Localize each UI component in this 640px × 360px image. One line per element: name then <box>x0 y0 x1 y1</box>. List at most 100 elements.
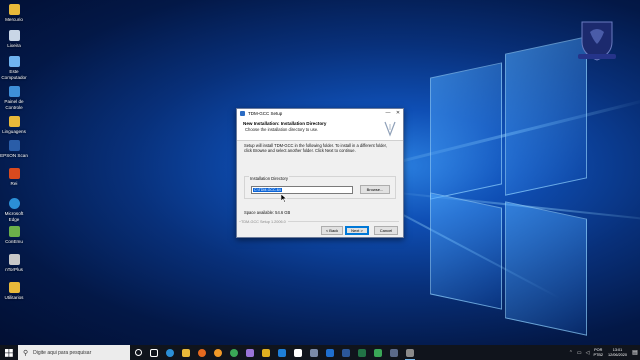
app-icon <box>374 348 382 357</box>
window-logo-pane <box>430 192 502 310</box>
window-logo-pane <box>430 62 502 200</box>
space-available-text: Space available: 54.6 GB <box>244 210 291 215</box>
footer-brand-label: TDM-GCC Setup 1.2006.0 <box>241 220 288 224</box>
install-path-input[interactable]: C:\TDM-GCC-64 <box>251 186 353 194</box>
browse-button[interactable]: Browse... <box>360 185 390 194</box>
crest-emblem-icon <box>578 21 616 61</box>
dialog-titlebar[interactable]: TDM-GCC Setup — ✕ <box>237 109 403 118</box>
windows-logo-icon <box>5 348 13 357</box>
app-icon <box>8 168 20 179</box>
edge-icon <box>8 198 20 209</box>
search-placeholder: Digite aqui para pesquisar <box>33 349 92 356</box>
taskbar-app-edge[interactable] <box>162 345 178 360</box>
desktop-icon-this-pc[interactable]: Este Computador <box>0 56 28 80</box>
start-button[interactable] <box>0 345 18 360</box>
desktop-icon-label: Utilitarios <box>4 295 24 300</box>
app-icon <box>294 348 302 357</box>
instruction-text: Setup will install TDM-GCC in the follow… <box>244 143 387 154</box>
app-icon <box>8 254 20 265</box>
setup-icon <box>406 348 414 357</box>
taskbar-app-yellow[interactable] <box>258 345 274 360</box>
task-view-button[interactable] <box>146 345 162 360</box>
taskbar-app-slate[interactable] <box>386 345 402 360</box>
taskbar-app-green[interactable] <box>370 345 386 360</box>
setup-dialog: TDM-GCC Setup — ✕ New Installation: Inst… <box>236 108 404 238</box>
desktop-icon-utilitarios[interactable]: Utilitarios <box>0 282 28 301</box>
desktop-icon-label: ConEmu <box>5 239 23 244</box>
notification-icon[interactable]: ▤ <box>630 349 640 356</box>
recycle-bin-icon <box>8 30 20 41</box>
taskbar-app-white[interactable] <box>290 345 306 360</box>
taskbar-app-explorer[interactable] <box>178 345 194 360</box>
clock[interactable]: 13:01 12/06/2020 <box>608 348 627 357</box>
edge-icon <box>166 348 174 357</box>
desktop-icon-ntorplus[interactable]: nTorPlus <box>0 254 28 273</box>
taskbar-app-firefox[interactable] <box>194 345 210 360</box>
setup-app-icon <box>240 111 245 116</box>
taskbar-app-word[interactable] <box>338 345 354 360</box>
taskbar-app-purple[interactable] <box>242 345 258 360</box>
desktop-icon-linguagens[interactable]: Linguagens <box>0 116 28 135</box>
taskbar-search-box[interactable]: ⚲ Digite aqui para pesquisar <box>18 345 130 360</box>
clock-date: 12/06/2020 <box>607 352 627 357</box>
taskbar-app-mail[interactable] <box>322 345 338 360</box>
app-icon <box>390 348 398 357</box>
folder-icon <box>8 4 20 15</box>
dialog-title: TDM-GCC Setup <box>248 111 283 116</box>
system-tray: ⌃ ▭ ◁ POR PTB2 13:01 12/06/2020 ▤ <box>567 345 640 360</box>
close-button[interactable]: ✕ <box>393 109 403 118</box>
desktop-icon-label: nTorPlus <box>5 267 23 272</box>
store-icon <box>278 348 286 357</box>
folder-icon <box>8 116 20 127</box>
tdm-gcc-logo-icon <box>384 121 396 137</box>
desktop-icon-edge[interactable]: Microsoft Edge <box>0 198 28 222</box>
desktop-icon-mercurio[interactable]: Mercurio <box>0 4 28 23</box>
desktop-icon-recycle-bin[interactable]: Lixeira <box>0 30 28 49</box>
cancel-button[interactable]: Cancel <box>374 226 398 235</box>
control-panel-icon <box>8 86 20 97</box>
desktop-icon-label: Este Computador <box>1 69 27 80</box>
taskbar-app-gray[interactable] <box>306 345 322 360</box>
desktop-icon-rei[interactable]: Rei <box>0 168 28 187</box>
desktop-icon-label: Lixeira <box>7 43 21 48</box>
computer-icon <box>8 56 20 67</box>
page-subheading: Choose the installation directory to use… <box>245 127 319 132</box>
language-indicator[interactable]: POR PTB2 <box>593 348 603 357</box>
app-icon <box>262 348 270 357</box>
scanner-icon <box>8 140 20 151</box>
minimize-button[interactable]: — <box>383 109 393 118</box>
explorer-icon <box>182 348 190 357</box>
volume-icon[interactable]: ◁ <box>586 350 590 356</box>
desktop-icon-conemu[interactable]: ConEmu <box>0 226 28 245</box>
mouse-pointer-icon <box>281 194 287 203</box>
taskbar-app-excel[interactable] <box>354 345 370 360</box>
circle-icon <box>134 349 142 356</box>
app-icon <box>246 348 254 357</box>
network-icon[interactable]: ▭ <box>577 350 582 356</box>
desktop-icon-control-panel[interactable]: Painel de Controle <box>0 86 28 110</box>
desktop-icon-label: Rei <box>10 181 18 186</box>
taskbar-app-chrome[interactable] <box>226 345 242 360</box>
next-button[interactable]: Next > <box>345 226 369 235</box>
desktop-icon-epson-scan[interactable]: EPSON Scan <box>0 140 28 159</box>
group-label: Installation Directory <box>249 176 289 181</box>
taskbar-app-store[interactable] <box>274 345 290 360</box>
chevron-up-icon[interactable]: ⌃ <box>569 350 573 356</box>
firefox-icon <box>214 348 222 357</box>
mail-icon <box>326 348 334 357</box>
install-path-value: C:\TDM-GCC-64 <box>253 188 282 192</box>
desktop-icon-label: Mercurio <box>5 17 23 22</box>
folder-icon <box>8 282 20 293</box>
back-button[interactable]: < Back <box>321 226 343 235</box>
desktop-icon-label: Microsoft Edge <box>4 211 24 222</box>
search-icon: ⚲ <box>23 349 29 357</box>
taskbar-app-firefox-dev[interactable] <box>210 345 226 360</box>
taskbar: ⚲ Digite aqui para pesquisar ⌃ ▭ ◁ POR P… <box>0 345 640 360</box>
desktop-icon-label: EPSON Scan <box>0 153 28 158</box>
cortana-button[interactable] <box>130 345 146 360</box>
desktop-icon-label: Painel de Controle <box>4 99 24 110</box>
install-directory-group: Installation Directory C:\TDM-GCC-64 Bro… <box>244 176 396 199</box>
chrome-icon <box>230 348 238 357</box>
firefox-icon <box>198 348 206 357</box>
taskbar-app-setup[interactable] <box>402 345 418 360</box>
